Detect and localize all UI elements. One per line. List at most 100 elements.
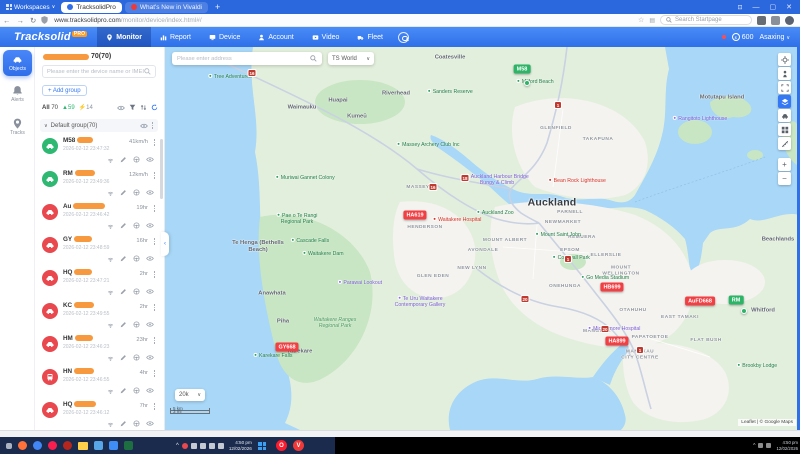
- folder-icon[interactable]: [217, 442, 224, 449]
- notification-icon[interactable]: [181, 442, 188, 449]
- vehicle-marker[interactable]: M58: [513, 64, 531, 74]
- steering-wheel-icon[interactable]: [133, 288, 140, 295]
- start-icon[interactable]: [6, 442, 12, 449]
- eye-icon[interactable]: [146, 189, 154, 196]
- vehicle-marker[interactable]: RM: [728, 295, 744, 305]
- vehicle-marker[interactable]: HA619: [403, 210, 427, 220]
- extensions-icon[interactable]: [757, 15, 766, 25]
- vivaldi-taskbar-icon[interactable]: V: [293, 440, 304, 451]
- vehicle-marker[interactable]: AuFD668: [685, 296, 715, 306]
- edit-icon[interactable]: [120, 387, 127, 394]
- keyboard-icon[interactable]: [190, 442, 197, 449]
- kebab-menu-icon[interactable]: [153, 138, 156, 147]
- tab-whats-new-vivaldi[interactable]: What's New in Vivaldi: [124, 1, 209, 13]
- steering-wheel-icon[interactable]: [133, 354, 140, 361]
- photos-icon[interactable]: [94, 441, 103, 450]
- nav-device[interactable]: Device: [200, 27, 249, 47]
- steering-wheel-icon[interactable]: [133, 222, 140, 229]
- kebab-menu-icon[interactable]: [151, 121, 154, 130]
- tab-tracksolidpro[interactable]: TracksolidPro: [61, 1, 122, 13]
- eye-icon[interactable]: [146, 288, 154, 295]
- refresh-icon[interactable]: [151, 104, 158, 111]
- eye-icon[interactable]: [117, 105, 125, 111]
- rail-item-tracks[interactable]: Tracks: [3, 118, 32, 136]
- signal-icon[interactable]: [107, 288, 114, 295]
- explorer-icon[interactable]: [78, 441, 88, 450]
- filter-all[interactable]: All 70: [42, 105, 58, 111]
- eye-icon[interactable]: [146, 354, 154, 361]
- device-row[interactable]: KC 2026-02-12 23:49:55 2hr: [40, 300, 160, 333]
- kebab-menu-icon[interactable]: [153, 402, 156, 411]
- measure-button[interactable]: [778, 137, 791, 150]
- sidebar-scrollbar[interactable]: [160, 139, 163, 199]
- vehicle-marker[interactable]: GY668: [275, 342, 299, 352]
- kebab-menu-icon[interactable]: [153, 237, 156, 246]
- profile-avatar[interactable]: [785, 15, 794, 25]
- edit-icon[interactable]: [120, 255, 127, 262]
- chrome-icon[interactable]: [33, 441, 42, 450]
- chevron-up-icon[interactable]: ^: [753, 443, 755, 449]
- steering-wheel-icon[interactable]: [133, 156, 140, 163]
- streetview-button[interactable]: [778, 67, 791, 80]
- eye-icon[interactable]: [146, 420, 154, 427]
- reload-button[interactable]: ↻: [30, 16, 36, 25]
- opera-icon[interactable]: [48, 441, 57, 450]
- kebab-menu-icon[interactable]: [153, 336, 156, 345]
- windows-start-icon[interactable]: [258, 442, 266, 450]
- nav-report[interactable]: Report: [151, 27, 200, 47]
- credits-badge[interactable]: $600: [731, 33, 753, 41]
- wallet-icon[interactable]: [771, 15, 780, 25]
- filter-funnel-icon[interactable]: [129, 104, 136, 111]
- eye-icon[interactable]: [146, 156, 154, 163]
- vehicle-marker[interactable]: HB699: [600, 282, 624, 292]
- minimize-button[interactable]: —: [753, 4, 760, 11]
- device-row[interactable]: HN 2026-02-12 23:46:55 4hr: [40, 366, 160, 399]
- steering-wheel-icon[interactable]: [133, 189, 140, 196]
- user-menu[interactable]: Asaxing ∨: [759, 34, 790, 41]
- signal-icon[interactable]: [107, 189, 114, 196]
- map-address-search[interactable]: Please enter address: [172, 52, 322, 65]
- speaker-icon[interactable]: [208, 442, 215, 449]
- panel-icon[interactable]: ⊡: [737, 4, 742, 11]
- workspaces-button[interactable]: Workspaces ∨: [0, 0, 61, 14]
- map-zoom-select[interactable]: 20k ∨: [175, 389, 205, 401]
- taskbar-clock[interactable]: 4:50 pm 12/02/2026: [229, 440, 252, 451]
- filter-moving[interactable]: ▲59: [62, 105, 75, 111]
- speaker-icon[interactable]: [766, 443, 772, 448]
- forward-button[interactable]: →: [17, 16, 25, 25]
- nav-fleet[interactable]: Fleet: [348, 27, 392, 47]
- grid-button[interactable]: [778, 123, 791, 136]
- nav-search-icon[interactable]: [398, 31, 409, 43]
- nav-account[interactable]: Account: [249, 27, 302, 47]
- device-row[interactable]: GY 2026-02-12 23:48:59 16hr: [40, 234, 160, 267]
- vehicle-marker[interactable]: HA899: [605, 336, 629, 346]
- opera-taskbar-icon[interactable]: O: [276, 440, 287, 451]
- close-button[interactable]: ✕: [786, 3, 792, 11]
- eye-icon[interactable]: [146, 321, 154, 328]
- rail-item-objects[interactable]: Objects: [3, 50, 32, 76]
- url-field[interactable]: www.tracksolidpro.com/monitor/device/ind…: [54, 17, 201, 24]
- signal-icon[interactable]: [107, 255, 114, 262]
- map-canvas[interactable]: Auckland GLENFIELD TAKAPUNA MASSEY HENDERSON…: [165, 47, 800, 430]
- signal-icon[interactable]: [107, 222, 114, 229]
- firefox-icon[interactable]: [18, 441, 27, 450]
- window-icon[interactable]: [199, 442, 206, 449]
- locate-button[interactable]: [778, 53, 791, 66]
- device-search-input[interactable]: Please enter the device name or IMEI: [42, 65, 156, 78]
- edit-icon[interactable]: [120, 420, 127, 427]
- bookmark-icon[interactable]: ☆: [638, 16, 644, 24]
- chevron-up-icon[interactable]: ^: [176, 443, 179, 449]
- device-row[interactable]: HQ 2026-02-12 23:47:21 2hr: [40, 267, 160, 300]
- zoom-in-button[interactable]: +: [778, 158, 791, 171]
- edit-icon[interactable]: [120, 321, 127, 328]
- back-button[interactable]: ←: [3, 16, 11, 25]
- device-row[interactable]: Au 2026-02-12 23:46:42 19hr: [40, 201, 160, 234]
- vehicle-button[interactable]: [778, 109, 791, 122]
- device-row[interactable]: HQ 2026-02-12 23:46:12 7hr: [40, 399, 160, 430]
- zoom-out-button[interactable]: −: [778, 172, 791, 185]
- eye-icon[interactable]: [146, 222, 154, 229]
- nav-video[interactable]: Video: [303, 27, 349, 47]
- edit-icon[interactable]: [120, 222, 127, 229]
- network-icon[interactable]: [758, 443, 764, 448]
- eye-icon[interactable]: [140, 123, 148, 129]
